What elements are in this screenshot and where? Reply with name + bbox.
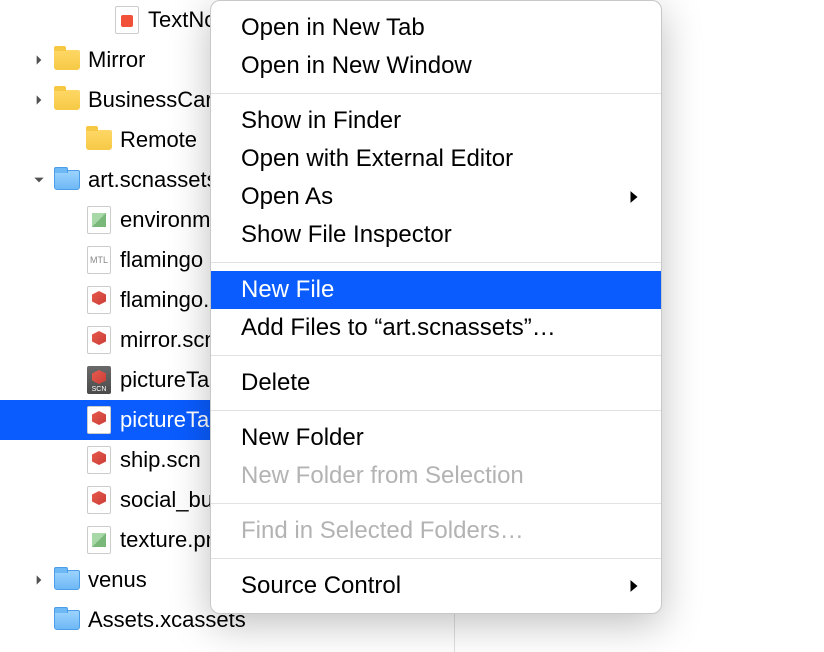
menu-item-label: Open in New Tab [241,14,425,42]
menu-item[interactable]: New File [211,271,661,309]
menu-separator [211,355,661,356]
scn-file-icon [86,447,112,473]
menu-item[interactable]: New Folder [211,419,661,457]
menu-item: New Folder from Selection [211,457,661,495]
menu-item: Find in Selected Folders… [211,512,661,550]
menu-item[interactable]: Open in New Tab [211,9,661,47]
folder-icon [54,167,80,193]
menu-separator [211,410,661,411]
tree-item-label: venus [88,567,147,593]
scn-file-icon [86,487,112,513]
folder-icon [54,567,80,593]
tree-item-label: Mirror [88,47,145,73]
menu-item-label: New Folder [241,424,364,452]
menu-item-label: New File [241,276,334,304]
menu-item[interactable]: Open As [211,178,661,216]
menu-separator [211,93,661,94]
menu-item[interactable]: Open with External Editor [211,140,661,178]
chevron-right-icon[interactable] [30,571,48,589]
chevron-right-icon [627,572,641,600]
menu-item-label: Source Control [241,572,401,600]
menu-separator [211,262,661,263]
mtl-file-icon: MTL [86,247,112,273]
scn-file-icon [86,367,112,393]
tree-item-label: BusinessCard [88,87,225,113]
menu-item-label: New Folder from Selection [241,462,524,490]
tree-item-label: art.scnassets [88,167,218,193]
context-menu: Open in New Tab Open in New Window Show in… [210,0,662,614]
tree-item-label: Remote [120,127,197,153]
menu-item-label: Add Files to “art.scnassets”… [241,314,556,342]
folder-icon [54,87,80,113]
menu-item[interactable]: Open in New Window [211,47,661,85]
menu-item[interactable]: Source Control [211,567,661,605]
menu-item[interactable]: Show in Finder [211,102,661,140]
chevron-right-icon[interactable] [30,51,48,69]
menu-item-label: Open in New Window [241,52,472,80]
scn-file-icon [86,407,112,433]
menu-item-label: Open As [241,183,333,211]
chevron-down-icon[interactable] [30,171,48,189]
menu-item[interactable]: Delete [211,364,661,402]
menu-separator [211,503,661,504]
menu-item[interactable]: Add Files to “art.scnassets”… [211,309,661,347]
swift-file-icon [114,7,140,33]
folder-icon [54,47,80,73]
menu-item-label: Delete [241,369,310,397]
menu-item[interactable]: Show File Inspector [211,216,661,254]
menu-item-label: Find in Selected Folders… [241,517,524,545]
tree-item-label: ship.scn [120,447,201,473]
menu-item-label: Open with External Editor [241,145,513,173]
folder-icon [86,127,112,153]
menu-separator [211,558,661,559]
scn-file-icon [86,287,112,313]
tree-item-label: mirror.scn [120,327,217,353]
chevron-right-icon[interactable] [30,91,48,109]
menu-item-label: Show in Finder [241,107,401,135]
image-file-icon [86,527,112,553]
menu-item-label: Show File Inspector [241,221,452,249]
image-file-icon [86,207,112,233]
chevron-right-icon [627,183,641,211]
folder-icon [54,607,80,633]
scn-file-icon [86,327,112,353]
